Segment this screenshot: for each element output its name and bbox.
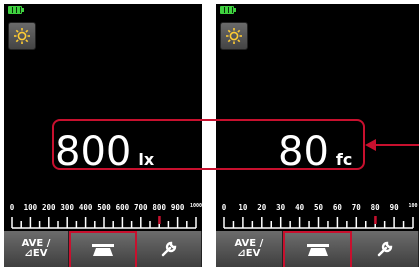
reading-value: 80 bbox=[278, 129, 329, 175]
scale-label: 100 bbox=[23, 203, 38, 212]
scale-label: 400 bbox=[78, 203, 93, 212]
reading-unit: lx bbox=[138, 150, 155, 169]
wrench-icon bbox=[377, 241, 393, 257]
scale-label: 80 bbox=[370, 203, 380, 212]
scale-label: 0 bbox=[9, 203, 15, 212]
ave-ev-button[interactable]: AVE / ⊿EV bbox=[4, 231, 69, 267]
scale-label: 0 bbox=[221, 203, 227, 212]
scale-label: 500 bbox=[97, 203, 111, 212]
function-bar: AVE / ⊿EV bbox=[216, 231, 419, 267]
analog-scale-labels: 0 100 200 300 400 500 600 700 800 900 1000 bbox=[4, 203, 202, 213]
meter-screen-footcandle: 80 fc 0 10 20 30 40 50 60 70 80 90 100 AVE / ⊿EV bbox=[216, 4, 419, 267]
scale-label: 100 bbox=[408, 203, 418, 209]
scale-label: 700 bbox=[134, 203, 148, 212]
receptor-button[interactable] bbox=[69, 231, 137, 267]
scale-label: 300 bbox=[60, 203, 74, 212]
scale-label: 70 bbox=[351, 203, 361, 212]
scale-needle bbox=[158, 216, 161, 224]
receptor-button[interactable] bbox=[282, 231, 353, 267]
scale-label: 30 bbox=[276, 203, 286, 212]
meter-screen-lux: 800 lx 0 100 200 300 400 500 600 700 800 900 1000 … bbox=[4, 4, 202, 267]
settings-button[interactable] bbox=[8, 22, 36, 50]
scale-needle bbox=[374, 216, 377, 224]
scale-label: 20 bbox=[257, 203, 267, 212]
scale-label: 90 bbox=[389, 203, 399, 212]
analog-scale-ticks bbox=[4, 216, 202, 230]
reading-value: 800 bbox=[55, 129, 132, 175]
function-bar: AVE / ⊿EV bbox=[4, 231, 202, 267]
scale-label: 1000 bbox=[189, 203, 202, 209]
battery-icon bbox=[220, 6, 236, 14]
gear-sun-icon bbox=[14, 28, 30, 44]
illuminance-reading: 80 fc bbox=[278, 132, 352, 172]
scale-label: 900 bbox=[170, 203, 185, 212]
scale-label: 10 bbox=[238, 203, 248, 212]
scale-label: 60 bbox=[332, 203, 342, 212]
ave-ev-label: AVE / ⊿EV bbox=[234, 238, 264, 259]
flat-receptor-icon bbox=[92, 244, 114, 256]
wrench-icon bbox=[161, 241, 177, 257]
scale-label: 40 bbox=[295, 203, 305, 212]
scale-label: 600 bbox=[115, 203, 130, 212]
illuminance-reading: 800 lx bbox=[55, 132, 154, 172]
scale-label: 800 bbox=[152, 203, 166, 212]
battery-icon bbox=[8, 6, 24, 14]
tools-button[interactable] bbox=[137, 231, 202, 267]
scale-label: 50 bbox=[313, 203, 324, 212]
settings-button[interactable] bbox=[220, 22, 248, 50]
analog-scale-ticks bbox=[216, 216, 419, 230]
ave-ev-button[interactable]: AVE / ⊿EV bbox=[216, 231, 283, 267]
reading-unit: fc bbox=[335, 150, 353, 169]
tools-button[interactable] bbox=[352, 231, 419, 267]
ave-ev-label: AVE / ⊿EV bbox=[21, 238, 51, 259]
analog-scale-labels: 0 10 20 30 40 50 60 70 80 90 100 bbox=[216, 203, 419, 213]
gear-sun-icon bbox=[226, 28, 242, 44]
scale-label: 200 bbox=[42, 203, 56, 212]
flat-receptor-icon bbox=[306, 244, 329, 256]
